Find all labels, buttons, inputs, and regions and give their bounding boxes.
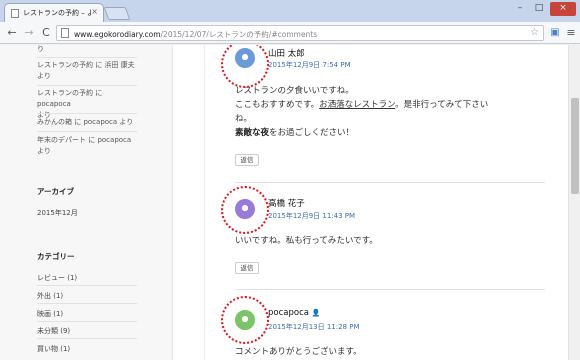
recent-comment-item[interactable]: みかんの箱 に pocapoca より [37, 117, 137, 128]
url-path: /2015/12/07/レストランの予約/#comments [160, 30, 318, 39]
archive-item[interactable]: 2015年12月 [37, 208, 137, 218]
comments-area: 山田 太郎 2015年12月9日 7:54 PM レストランの夕食いいですね。 … [200, 45, 568, 360]
recent-comment-text: 年末のデパート に pocapoca [37, 136, 132, 144]
browser-tab[interactable]: レストランの予約 – よろず日記 × [4, 3, 104, 22]
divider [37, 285, 137, 286]
divider [235, 182, 545, 183]
minimize-button[interactable]: – [511, 2, 529, 16]
camera-icon[interactable]: ▣ [548, 26, 562, 40]
divider [37, 303, 137, 304]
comment-author[interactable]: 高橋 花子 [268, 197, 305, 209]
tab-close-icon[interactable]: × [91, 7, 98, 16]
maximize-button[interactable]: □ [530, 2, 548, 16]
comment-date[interactable]: 2015年12月9日 11:43 PM [268, 211, 355, 221]
comment-date[interactable]: 2015年12月9日 7:54 PM [268, 60, 351, 70]
back-arrow-icon[interactable]: ← [5, 26, 19, 40]
author-name: pocapoca [268, 308, 309, 318]
new-tab-button[interactable] [103, 7, 131, 20]
divider [235, 289, 545, 290]
recent-comment-item[interactable]: レストランの予約 に 浜田 康夫 より [37, 60, 137, 82]
avatar-icon [235, 199, 255, 219]
divider [37, 57, 137, 58]
divider [37, 131, 137, 132]
url-text[interactable]: www.egokorodiary.com/2015/12/07/レストランの予約… [74, 29, 317, 40]
comment-text: コメントありがとうございます。 [235, 347, 362, 357]
recent-comment-text: より [37, 72, 51, 80]
category-heading: カテゴリー [37, 252, 75, 261]
comment-author[interactable]: 山田 太郎 [268, 47, 305, 59]
reply-button[interactable]: 返信 [235, 262, 259, 274]
divider [37, 321, 137, 322]
user-icon: 👤 [311, 309, 321, 317]
url-host: www.egokorodiary.com [74, 30, 161, 39]
address-bar[interactable]: www.egokorodiary.com/2015/12/07/レストランの予約… [56, 25, 544, 41]
comment-text: いいですね。私も行ってみたいです。 [235, 236, 378, 246]
comment-text-with-link: ここもおすすめです。お洒落なレストラン。是非行ってみて下さい [235, 100, 489, 110]
comment-author[interactable]: pocapoca 👤 [268, 308, 320, 318]
category-item[interactable]: 外出 (1) [37, 291, 137, 301]
recent-comment-text: みかんの箱 に pocapoca より [37, 118, 134, 126]
category-item[interactable]: 映画 (1) [37, 309, 137, 319]
avatar-icon [235, 48, 255, 68]
browser-toolbar: ← → C www.egokorodiary.com/2015/12/07/レス… [0, 22, 580, 44]
sidebar: り レストランの予約 に 浜田 康夫 より レストランの予約 に pocapoc… [0, 45, 173, 360]
comment-text: レストランの夕食いいですね。 [235, 86, 354, 96]
vertical-scrollbar[interactable] [568, 45, 580, 360]
web-page: り レストランの予約 に 浜田 康夫 より レストランの予約 に pocapoc… [0, 45, 568, 360]
reply-button[interactable]: 返信 [235, 154, 259, 166]
archive-heading: アーカイブ [37, 187, 75, 196]
divider [37, 85, 137, 86]
bold-text: 素敵な夜 [235, 128, 270, 138]
divider [37, 338, 137, 339]
page-icon [11, 9, 19, 18]
forward-arrow-icon[interactable]: → [22, 26, 36, 40]
comment-date[interactable]: 2015年12月13日 11:28 PM [268, 322, 360, 332]
scrollbar-thumb[interactable] [571, 98, 579, 194]
recent-comment-text: レストランの予約 に 浜田 康夫 [37, 61, 135, 69]
recent-comment-text: レストランの予約 に pocapoca [37, 89, 103, 108]
recent-comment-item[interactable]: 年末のデパート に pocapoca より [37, 135, 137, 157]
divider [37, 113, 137, 114]
title-bar: レストランの予約 – よろず日記 × – □ × [0, 0, 580, 22]
recent-comment-text: より [37, 147, 51, 155]
close-window-button[interactable]: × [550, 2, 576, 16]
category-item[interactable]: レビュー (1) [37, 273, 137, 283]
menu-icon[interactable]: ≡ [564, 26, 578, 40]
recent-comment-item[interactable]: り [37, 45, 137, 55]
recent-comment-text: り [37, 45, 44, 53]
category-item[interactable]: 買い物 (1) [37, 344, 137, 354]
comment-text-with-bold: 素敵な夜をお過ごしください！ [235, 128, 355, 138]
reload-icon[interactable]: C [39, 26, 53, 40]
comment-text: ね。 [235, 114, 253, 124]
bookmark-star-icon[interactable]: ☆ [530, 27, 539, 38]
page-icon [61, 28, 69, 38]
avatar-icon [235, 310, 255, 330]
restaurant-link[interactable]: お洒落なレストラン [319, 100, 395, 110]
tab-title: レストランの予約 – よろず日記 [23, 9, 91, 17]
category-item[interactable]: 未分類 (9) [37, 326, 137, 336]
